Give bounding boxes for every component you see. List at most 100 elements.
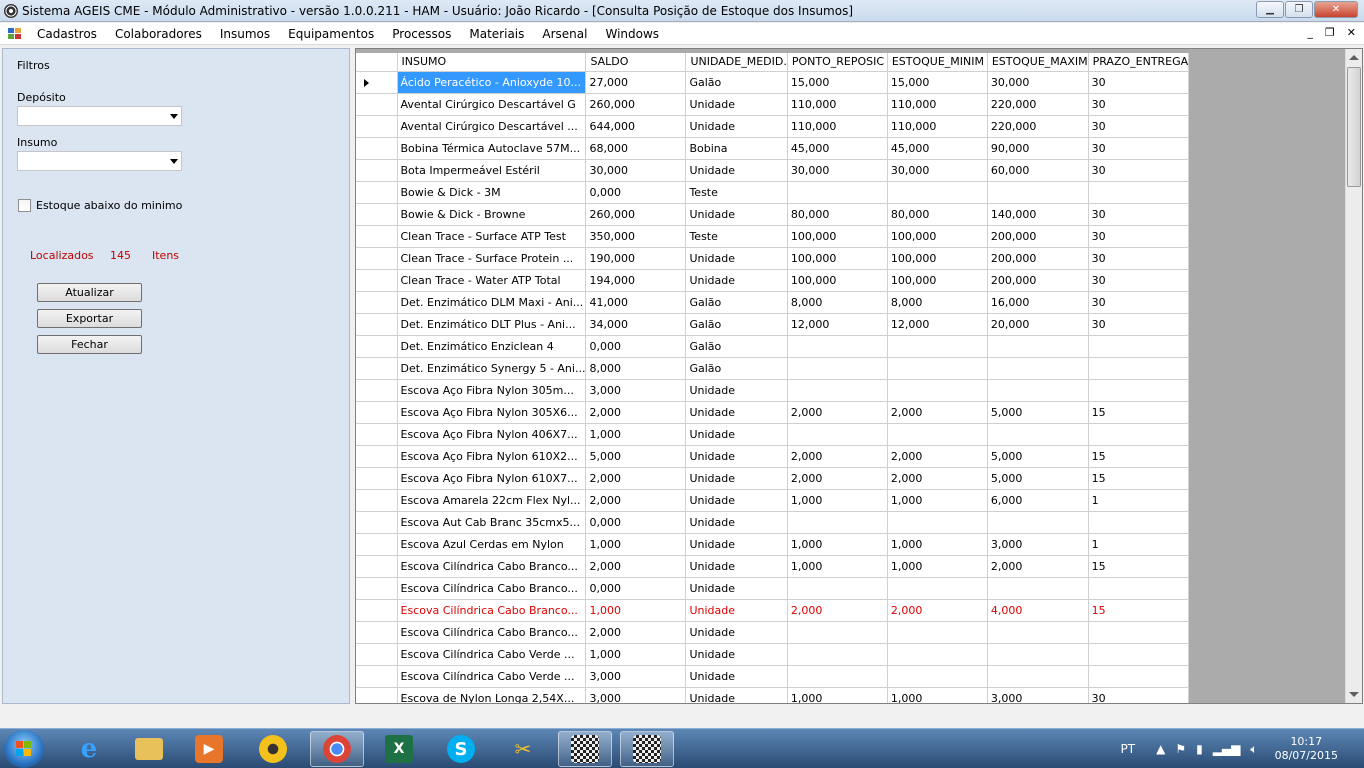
table-cell[interactable]: 1,000 (585, 643, 687, 666)
table-cell[interactable] (1088, 643, 1190, 666)
row-header[interactable] (356, 577, 398, 600)
table-row[interactable]: Escova Cilíndrica Cabo Branco... 1,000 Uni… (356, 599, 1190, 622)
table-cell[interactable]: 3,000 (987, 687, 1089, 703)
table-cell[interactable]: 2,000 (585, 489, 687, 512)
menu-colaboradores[interactable]: Colaboradores (106, 27, 211, 41)
table-cell[interactable]: Bobina Térmica Autoclave 57M... (397, 137, 587, 160)
table-cell[interactable]: Bowie & Dick - 3M (397, 181, 587, 204)
table-cell[interactable] (887, 665, 988, 688)
table-cell[interactable]: 8,000 (585, 357, 687, 380)
table-row[interactable]: Bowie & Dick - 3M 0,000 Teste (356, 181, 1190, 204)
table-cell[interactable]: 12,000 (887, 313, 988, 336)
table-cell[interactable]: Unidade (685, 555, 788, 578)
table-cell[interactable]: 27,000 (585, 71, 687, 94)
table-cell[interactable]: Unidade (685, 379, 788, 402)
table-cell[interactable]: 140,000 (987, 203, 1089, 226)
table-cell[interactable] (1088, 423, 1190, 446)
table-cell[interactable] (787, 357, 888, 380)
col-estoque-minimo-header[interactable]: ESTOQUE_MINIM (887, 53, 988, 72)
table-cell[interactable]: 41,000 (585, 291, 687, 314)
table-cell[interactable] (887, 643, 988, 666)
table-cell[interactable] (987, 511, 1089, 534)
table-cell[interactable]: Unidade (685, 401, 788, 424)
table-cell[interactable] (787, 335, 888, 358)
table-cell[interactable] (787, 181, 888, 204)
taskbar-excel[interactable]: X (372, 731, 426, 767)
table-cell[interactable]: 200,000 (987, 247, 1089, 270)
table-cell[interactable]: 30 (1088, 71, 1190, 94)
table-cell[interactable]: 1,000 (887, 555, 988, 578)
row-header[interactable] (356, 357, 398, 380)
table-cell[interactable]: Unidade (685, 577, 788, 600)
table-cell[interactable] (887, 357, 988, 380)
deposito-dropdown[interactable] (17, 106, 182, 126)
table-cell[interactable]: 4,000 (987, 599, 1089, 622)
table-cell[interactable]: Galão (685, 357, 788, 380)
menu-processos[interactable]: Processos (383, 27, 460, 41)
table-cell[interactable] (787, 511, 888, 534)
table-cell[interactable]: Escova de Nylon Longa 2,54X... (397, 687, 587, 703)
table-cell[interactable]: Avental Cirúrgico Descartável G (397, 93, 587, 116)
table-cell[interactable] (1088, 577, 1190, 600)
col-unidade-header[interactable]: UNIDADE_MEDID. (685, 53, 788, 72)
power-icon[interactable]: ▮ (1196, 742, 1203, 756)
table-cell[interactable] (1088, 511, 1190, 534)
table-row[interactable]: Clean Trace - Water ATP Total 194,000 Unid… (356, 269, 1190, 292)
table-cell[interactable]: 30 (1088, 247, 1190, 270)
table-cell[interactable] (1088, 379, 1190, 402)
table-cell[interactable]: Unidade (685, 489, 788, 512)
col-insumo-header[interactable]: INSUMO (397, 53, 587, 72)
table-cell[interactable] (887, 511, 988, 534)
table-cell[interactable]: 2,000 (585, 401, 687, 424)
table-cell[interactable]: 5,000 (987, 445, 1089, 468)
row-header[interactable] (356, 489, 398, 512)
table-cell[interactable]: Unidade (685, 643, 788, 666)
taskbar-chrome[interactable] (310, 731, 364, 767)
table-cell[interactable]: 15,000 (787, 71, 888, 94)
table-cell[interactable] (987, 643, 1089, 666)
taskbar-tools[interactable]: ✂ (496, 731, 550, 767)
table-cell[interactable]: 2,000 (787, 401, 888, 424)
table-cell[interactable]: 260,000 (585, 203, 687, 226)
row-header[interactable] (356, 115, 398, 138)
table-cell[interactable]: Escova Aço Fibra Nylon 305m... (397, 379, 587, 402)
table-cell[interactable]: 110,000 (787, 93, 888, 116)
table-row[interactable]: Det. Enzimático Synergy 5 - Ani... 8,000 G… (356, 357, 1190, 380)
table-cell[interactable]: 80,000 (887, 203, 988, 226)
table-cell[interactable]: 0,000 (585, 335, 687, 358)
row-header[interactable] (356, 291, 398, 314)
table-row[interactable]: Avental Cirúrgico Descartável ... 644,000… (356, 115, 1190, 138)
table-cell[interactable]: 45,000 (787, 137, 888, 160)
table-cell[interactable]: 1,000 (887, 489, 988, 512)
table-cell[interactable]: Galão (685, 335, 788, 358)
table-cell[interactable]: 60,000 (987, 159, 1089, 182)
table-cell[interactable]: 644,000 (585, 115, 687, 138)
table-cell[interactable]: 1,000 (787, 489, 888, 512)
table-row[interactable]: Det. Enzimático DLM Maxi - Ani... 41,000 G… (356, 291, 1190, 314)
table-cell[interactable] (887, 181, 988, 204)
menu-insumos[interactable]: Insumos (211, 27, 279, 41)
col-prazo-entrega-header[interactable]: PRAZO_ENTREGA (1088, 53, 1190, 72)
table-cell[interactable]: 1,000 (585, 599, 687, 622)
table-cell[interactable]: 30 (1088, 159, 1190, 182)
row-header[interactable] (356, 665, 398, 688)
table-cell[interactable]: 80,000 (787, 203, 888, 226)
table-cell[interactable]: 16,000 (987, 291, 1089, 314)
table-cell[interactable]: 2,000 (585, 555, 687, 578)
table-cell[interactable]: 15 (1088, 467, 1190, 490)
table-cell[interactable] (887, 379, 988, 402)
table-cell[interactable]: 2,000 (585, 621, 687, 644)
restore-icon[interactable]: ❐ (1285, 1, 1313, 18)
table-cell[interactable]: Ácido Peracético - Anioxyde 10... (397, 71, 587, 94)
table-row[interactable]: Clean Trace - Surface Protein ... 190,000… (356, 247, 1190, 270)
table-cell[interactable] (987, 379, 1089, 402)
table-cell[interactable]: 2,000 (787, 599, 888, 622)
table-cell[interactable]: Escova Cilíndrica Cabo Branco... (397, 555, 587, 578)
table-row[interactable]: Escova Cilíndrica Cabo Branco... 2,000 Uni… (356, 621, 1190, 644)
action-center-icon[interactable]: ⚑ (1175, 742, 1186, 756)
show-hidden-icon[interactable]: ▲ (1156, 742, 1165, 756)
table-cell[interactable]: Galão (685, 291, 788, 314)
table-cell[interactable]: 8,000 (787, 291, 888, 314)
table-cell[interactable]: Escova Cilíndrica Cabo Branco... (397, 577, 587, 600)
table-cell[interactable]: 2,000 (987, 555, 1089, 578)
